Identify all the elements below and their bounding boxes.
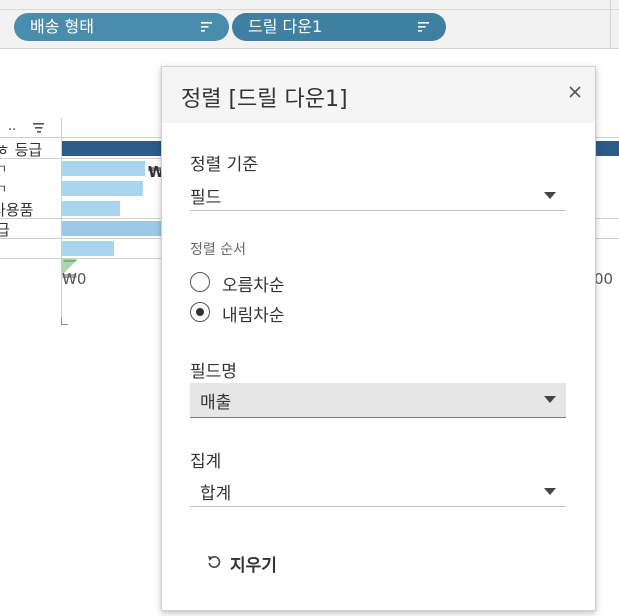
aggregation-dropdown[interactable]: 합계 xyxy=(190,475,566,507)
aggregation-value: 합계 xyxy=(200,484,232,504)
row-label: ㄱ xyxy=(0,182,8,196)
pill-label: 배송 형태 xyxy=(30,17,94,36)
row-label: 급 xyxy=(0,221,10,239)
close-icon[interactable] xyxy=(567,84,583,100)
shelf-edge xyxy=(610,0,611,48)
columns-shelf: 배송 형태 드릴 다운1 xyxy=(0,0,619,49)
row-separator xyxy=(594,137,619,138)
row-label: ㄱ xyxy=(0,162,8,176)
dialog-header: 정렬 [드릴 다운1] xyxy=(162,67,595,123)
sort-dialog: 정렬 [드릴 다운1] 정렬 기준 필드 정렬 순서 오름차순 내림차순 필드명… xyxy=(161,66,596,611)
radio-label: 오름차순 xyxy=(222,276,285,296)
radio-button-unchecked[interactable] xyxy=(190,272,210,292)
row-separator xyxy=(0,258,161,259)
bar[interactable] xyxy=(62,221,161,236)
row-label: 사용품 xyxy=(0,201,34,219)
sort-icon[interactable] xyxy=(33,123,45,133)
axis-tick-label: ₩0 xyxy=(62,270,87,288)
chevron-down-icon xyxy=(544,488,556,495)
sort-by-value: 필드 xyxy=(190,188,222,208)
aggregation-label: 집계 xyxy=(190,452,222,472)
bar[interactable] xyxy=(62,141,161,156)
field-name-value: 매출 xyxy=(200,393,232,413)
shelf-divider xyxy=(0,9,619,10)
pill-shipping-type[interactable]: 배송 형태 xyxy=(14,13,229,41)
sort-icon xyxy=(418,22,429,32)
sort-by-dropdown[interactable]: 필드 xyxy=(190,179,566,211)
row-separator xyxy=(0,137,161,138)
sort-by-label: 정렬 기준 xyxy=(190,155,258,175)
row-separator xyxy=(594,218,619,219)
chevron-down-icon xyxy=(544,192,556,199)
corner-marker xyxy=(61,318,68,325)
axis-tick-label: 00 xyxy=(594,270,614,288)
field-name-dropdown[interactable]: 매출 xyxy=(190,383,566,418)
clear-label: 지우기 xyxy=(230,556,277,576)
pill-drill-down[interactable]: 드릴 다운1 xyxy=(232,13,446,41)
chevron-down-icon xyxy=(544,396,556,403)
row-header-label: .. xyxy=(8,119,17,134)
bar[interactable] xyxy=(62,161,145,176)
field-name-label: 필드명 xyxy=(190,362,237,382)
pill-label: 드릴 다운1 xyxy=(248,17,323,36)
bar[interactable] xyxy=(62,201,120,216)
radio-button-checked[interactable] xyxy=(190,302,210,322)
bar[interactable] xyxy=(62,181,143,196)
sort-icon xyxy=(201,22,212,32)
radio-dot xyxy=(195,307,204,316)
bar[interactable] xyxy=(594,141,619,156)
sort-order-label: 정렬 순서 xyxy=(190,242,246,258)
bar[interactable] xyxy=(62,241,114,256)
radio-label: 내림차순 xyxy=(222,306,285,326)
dialog-title: 정렬 [드릴 다운1] xyxy=(181,87,348,112)
row-separator xyxy=(594,238,619,239)
undo-icon xyxy=(208,556,221,569)
row-label: ㅎ 등급 xyxy=(0,141,43,159)
row-separator xyxy=(0,238,161,239)
